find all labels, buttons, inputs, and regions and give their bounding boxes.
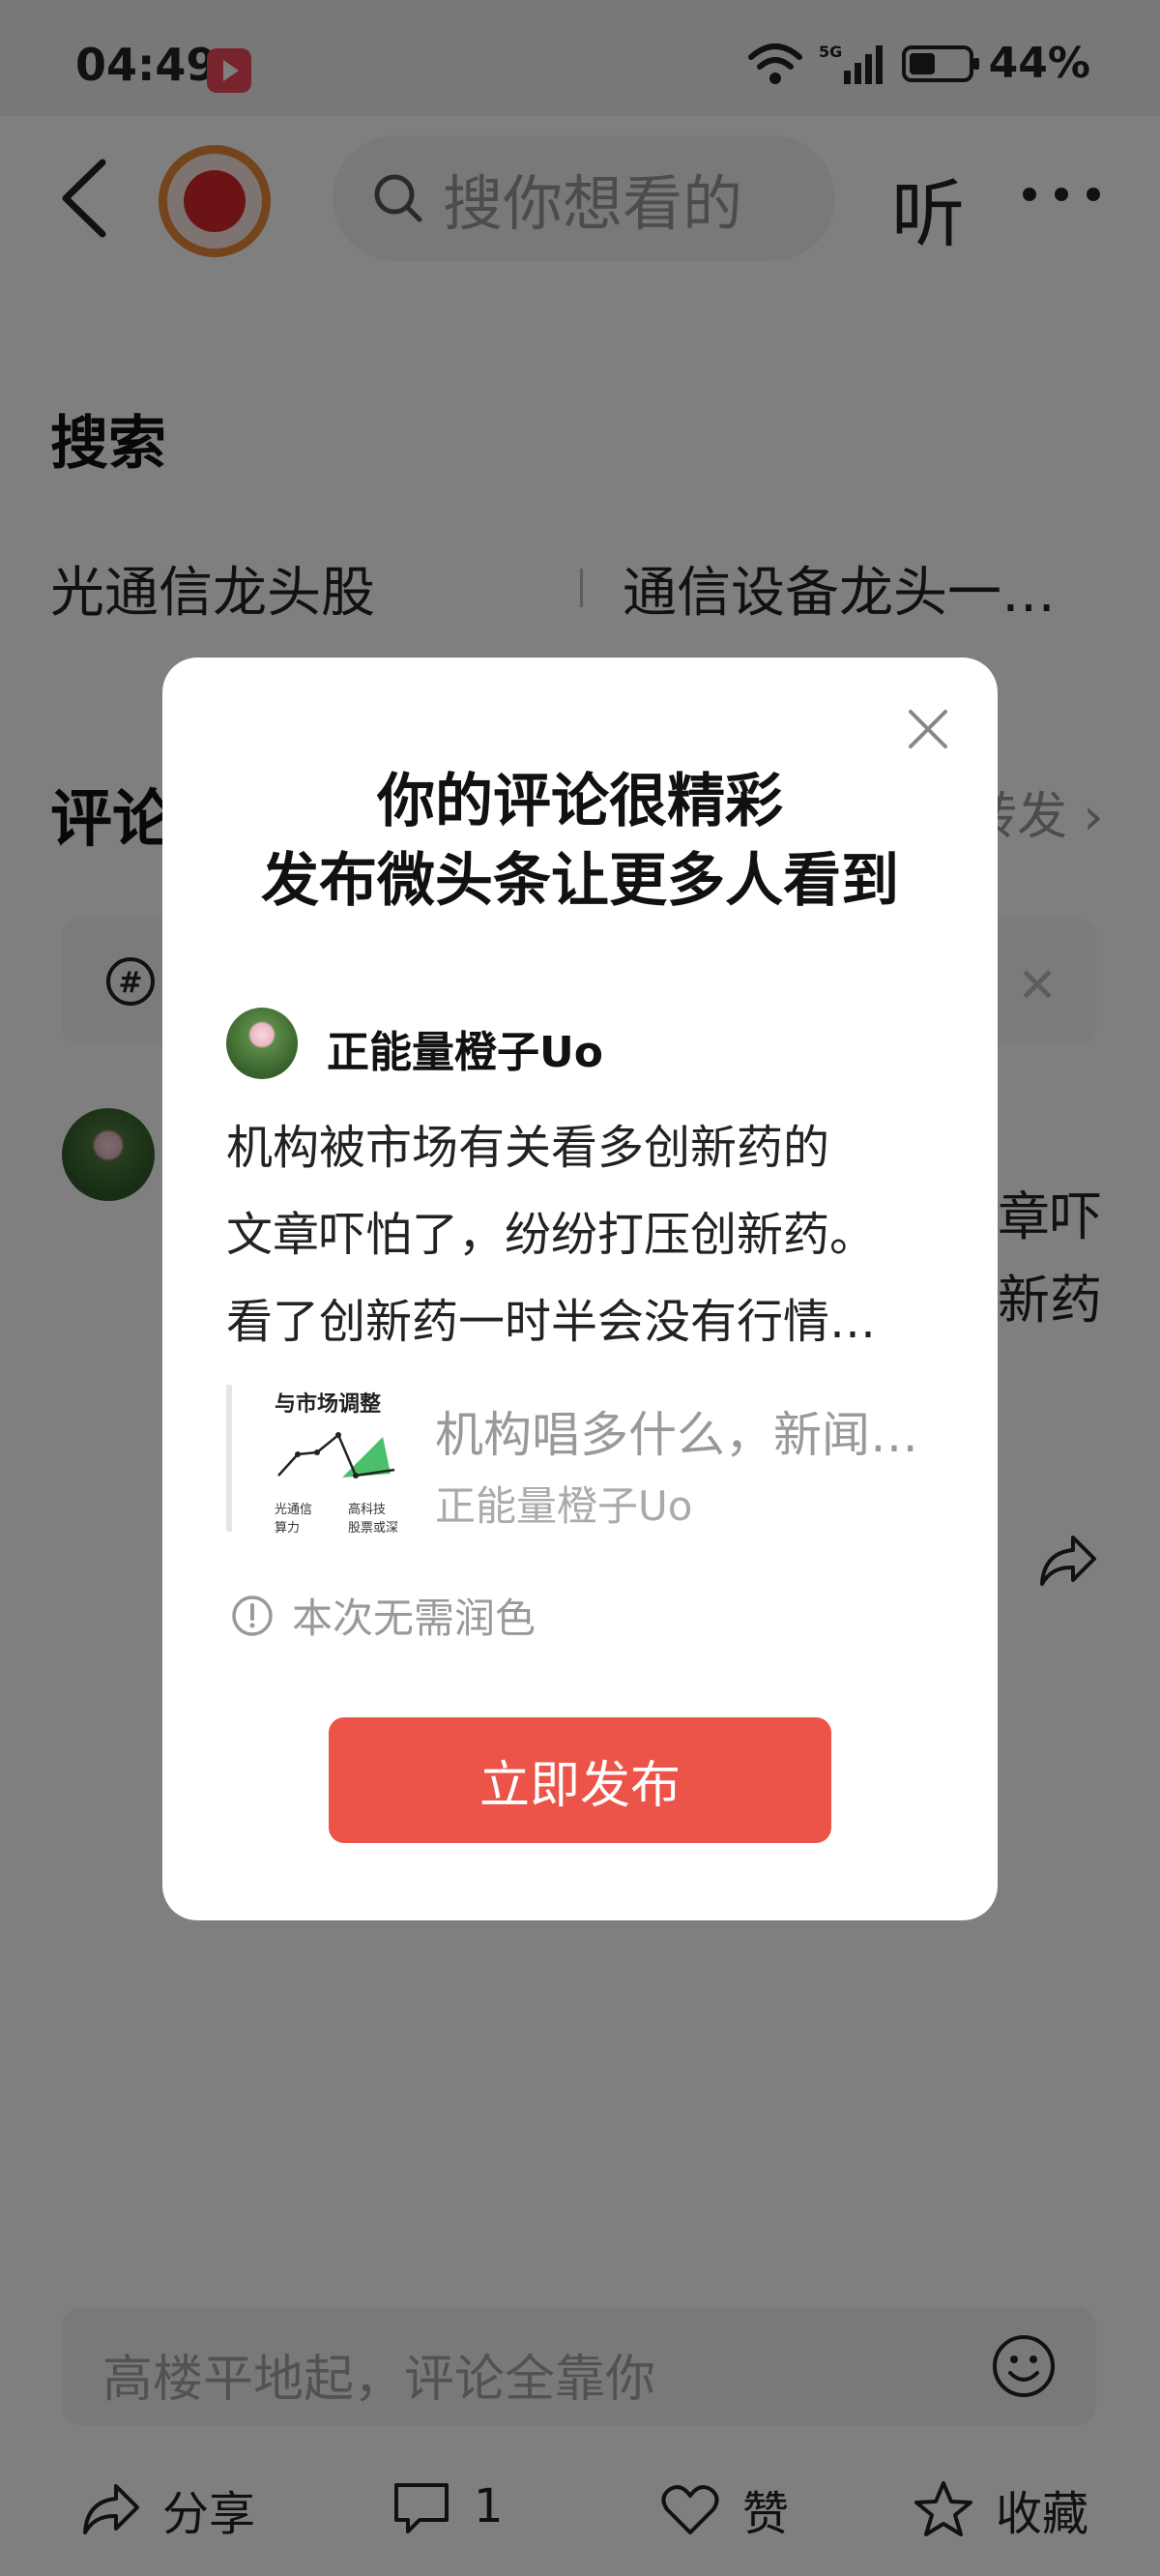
trend-chart-icon — [277, 1432, 395, 1478]
user-name: 正能量橙子Uo — [327, 1028, 603, 1077]
publish-label: 立即发布 — [478, 1756, 681, 1815]
dialog-title: 你的评论很精彩 发布微头条让更多人看到 — [162, 762, 998, 921]
user-avatar — [226, 1008, 298, 1079]
article-thumbnail: 与市场调整 光通信 算力 高科技 股票或深 — [271, 1385, 402, 1536]
comment-preview: 机构被市场有关看多创新药的 文章吓怕了，纷纷打压创新药。 看了创新药一时半会没有… — [226, 1104, 942, 1365]
thumb-heading: 与市场调整 — [275, 1392, 382, 1417]
dialog-title-line2: 发布微头条让更多人看到 — [261, 847, 899, 915]
thumb-label-right: 高科技 股票或深 — [348, 1503, 399, 1536]
publish-button[interactable]: 立即发布 — [329, 1717, 831, 1843]
thumb-label-left: 光通信 算力 — [275, 1503, 313, 1536]
comment-line: 文章吓怕了，纷纷打压创新药。 — [226, 1208, 877, 1262]
referenced-article: 与市场调整 光通信 算力 高科技 股票或深 机构唱多什么，新闻… 正能量橙子Uo — [226, 1385, 942, 1536]
publish-dialog: 你的评论很精彩 发布微头条让更多人看到 正能量橙子Uo 机构被市场有关看多创新药… — [162, 658, 998, 1920]
comment-line: 看了创新药一时半会没有行情… — [226, 1295, 877, 1349]
dialog-title-line1: 你的评论很精彩 — [377, 768, 783, 835]
info-icon — [232, 1595, 273, 1636]
comment-line: 机构被市场有关看多创新药的 — [226, 1121, 830, 1175]
polish-hint: 本次无需润色 — [230, 1586, 536, 1645]
hint-text: 本次无需润色 — [292, 1595, 536, 1642]
article-title: 机构唱多什么，新闻… — [435, 1407, 918, 1463]
close-icon[interactable] — [905, 706, 951, 752]
article-author: 正能量橙子Uo — [435, 1482, 693, 1530]
